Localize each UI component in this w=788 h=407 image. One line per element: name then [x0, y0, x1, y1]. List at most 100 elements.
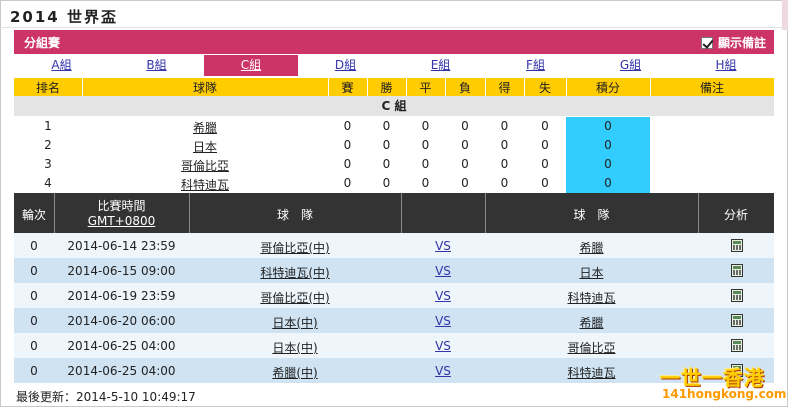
standings-header: 排名 球隊 賽 勝 平 負 得 失 積分 備注: [14, 78, 774, 96]
won: 0: [382, 119, 391, 133]
show-remarks-toggle[interactable]: 顯示備註: [700, 34, 766, 51]
col-team: 球隊: [192, 81, 217, 95]
vs-link[interactable]: VS: [401, 339, 485, 353]
played: 0: [343, 176, 352, 190]
tab-group-b[interactable]: B組: [109, 55, 204, 76]
show-remarks-label: 顯示備註: [717, 36, 766, 50]
away-team-link[interactable]: 日本: [485, 264, 698, 281]
analysis-icon[interactable]: [731, 289, 743, 302]
points: 0: [566, 117, 650, 136]
draw: 0: [421, 176, 430, 190]
tab-group-a[interactable]: A組: [14, 55, 109, 76]
fixture-row: 0 2014-06-20 06:00 日本(中) VS 希臘: [14, 308, 774, 333]
standings-row: 4 科特迪瓦 0 0 0 0 0 0 0: [14, 174, 774, 193]
played: 0: [343, 138, 352, 152]
match-time: 2014-06-20 06:00: [67, 314, 176, 328]
group-tabs: A組 B組 C組 D組 E組 F組 G組 H組: [14, 55, 774, 77]
away-team-link[interactable]: 希臘: [485, 314, 698, 331]
round: 0: [30, 289, 38, 303]
vs-link[interactable]: VS: [401, 364, 485, 378]
fixtures-header: 輪次 比賽時間 GMT+0800 球 隊 球 隊 分析: [14, 193, 774, 233]
lost: 0: [461, 157, 469, 171]
vs-link[interactable]: VS: [401, 289, 485, 303]
tab-group-g[interactable]: G組: [583, 55, 678, 76]
tab-group-f[interactable]: F組: [488, 55, 583, 76]
round: 0: [30, 339, 38, 353]
rank: 1: [44, 119, 52, 133]
col-lost: 負: [458, 81, 471, 95]
round: 0: [30, 239, 38, 253]
match-time: 2014-06-25 04:00: [67, 364, 176, 378]
col-points: 積分: [595, 81, 620, 95]
vs-link[interactable]: VS: [401, 314, 485, 328]
match-time: 2014-06-19 23:59: [67, 289, 176, 303]
match-time: 2014-06-25 04:00: [67, 339, 176, 353]
fixture-row: 0 2014-06-15 09:00 科特迪瓦(中) VS 日本: [14, 258, 774, 283]
show-remarks-checkbox[interactable]: [700, 36, 713, 49]
rank: 2: [44, 138, 52, 152]
match-time: 2014-06-15 09:00: [67, 264, 176, 278]
match-time: 2014-06-14 23:59: [67, 239, 176, 253]
home-team-link[interactable]: 日本(中): [189, 314, 401, 331]
played: 0: [343, 119, 352, 133]
analysis-icon[interactable]: [731, 264, 743, 277]
col-draw: 平: [419, 81, 432, 95]
team-link[interactable]: 希臘: [82, 119, 328, 136]
home-team-link[interactable]: 哥倫比亞(中): [189, 239, 401, 256]
away-team-link[interactable]: 哥倫比亞: [485, 339, 698, 356]
home-team-link[interactable]: 希臘(中): [189, 364, 401, 381]
site-watermark-logo: 一世一香港 141hongkong.com: [650, 362, 786, 406]
analysis-icon[interactable]: [731, 239, 743, 252]
group-name: C 組: [14, 96, 774, 116]
fixture-row: 0 2014-06-14 23:59 哥倫比亞(中) VS 希臘: [14, 233, 774, 258]
standings-row: 2 日本 0 0 0 0 0 0 0: [14, 136, 774, 155]
won: 0: [382, 157, 391, 171]
fixture-row: 0 2014-06-25 04:00 日本(中) VS 哥倫比亞: [14, 333, 774, 358]
lost: 0: [461, 176, 469, 190]
team-link[interactable]: 日本: [82, 138, 328, 155]
draw: 0: [421, 138, 430, 152]
vs-link[interactable]: VS: [401, 239, 485, 253]
lost: 0: [461, 119, 469, 133]
watermark-url: 141hongkong.com: [662, 387, 787, 401]
team-link[interactable]: 科特迪瓦: [82, 176, 328, 193]
played: 0: [343, 157, 352, 171]
col-home-team: 球 隊: [276, 208, 313, 222]
tab-group-d[interactable]: D組: [298, 55, 393, 76]
away-team-link[interactable]: 希臘: [485, 239, 698, 256]
home-team-link[interactable]: 科特迪瓦(中): [189, 264, 401, 281]
home-team-link[interactable]: 哥倫比亞(中): [189, 289, 401, 306]
page-title: 2014 世界盃: [10, 8, 118, 26]
lost: 0: [461, 138, 469, 152]
analysis-icon[interactable]: [731, 314, 743, 327]
rank: 4: [44, 176, 52, 190]
team-link[interactable]: 哥倫比亞: [82, 157, 328, 174]
goals-for: 0: [500, 119, 509, 133]
goals-against: 0: [541, 157, 549, 171]
home-team-link[interactable]: 日本(中): [189, 339, 401, 356]
won: 0: [382, 138, 391, 152]
goals-for: 0: [500, 138, 509, 152]
col-away-team: 球 隊: [573, 208, 610, 222]
rank: 3: [44, 157, 52, 171]
col-goals-against: 失: [538, 81, 551, 95]
points: 0: [566, 174, 650, 193]
col-match-time: 比賽時間: [97, 199, 146, 213]
title-divider: [0, 27, 786, 28]
col-played: 賽: [341, 81, 354, 95]
col-won: 勝: [380, 81, 393, 95]
goals-against: 0: [541, 119, 549, 133]
col-rank: 排名: [35, 81, 60, 95]
goals-for: 0: [500, 176, 509, 190]
col-timezone-link[interactable]: GMT+0800: [54, 214, 189, 228]
vs-link[interactable]: VS: [401, 264, 485, 278]
corner-decoration: [782, 0, 788, 30]
tab-group-h[interactable]: H組: [678, 55, 774, 76]
away-team-link[interactable]: 科特迪瓦: [485, 289, 698, 306]
analysis-icon[interactable]: [731, 339, 743, 352]
round: 0: [30, 314, 38, 328]
goals-against: 0: [541, 176, 549, 190]
tab-group-e[interactable]: E組: [393, 55, 488, 76]
tab-group-c[interactable]: C組: [204, 55, 298, 76]
round: 0: [30, 364, 38, 378]
